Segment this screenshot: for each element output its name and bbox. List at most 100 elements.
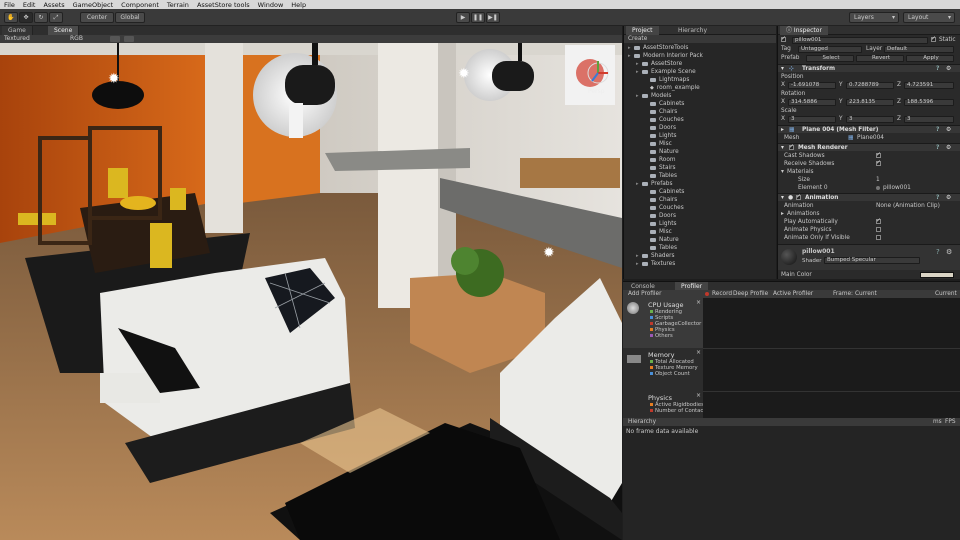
legend-item[interactable]: Number of Contacts — [650, 408, 708, 414]
materials-row[interactable]: ▾ Materials — [778, 168, 960, 176]
layers-dropdown[interactable]: Layers ▾ — [849, 12, 899, 23]
tree-item[interactable]: Nature — [624, 236, 776, 244]
active-profiler-dropdown[interactable]: Active Profiler — [773, 290, 813, 298]
tree-item[interactable]: Cabinets — [624, 100, 776, 108]
menu-item-gameobject[interactable]: GameObject — [69, 1, 118, 9]
tab-project[interactable]: Project — [626, 26, 659, 35]
animate-physics-checkbox[interactable] — [876, 227, 881, 232]
legend-item[interactable]: Object Count — [650, 371, 698, 377]
cast-shadows-checkbox[interactable] — [876, 151, 881, 159]
prefab-select-button[interactable]: Select — [806, 54, 854, 62]
animations-row[interactable]: ▸ Animations — [778, 210, 960, 218]
tree-item[interactable]: ▸ Models — [624, 92, 776, 100]
tree-item[interactable]: ◆ room_example — [624, 84, 776, 92]
physics-area[interactable]: Physics Active Rigidbodies Number of Cont… — [623, 392, 708, 418]
rotation-z-field[interactable]: 188.5396 — [904, 98, 954, 106]
mesh-renderer-enabled-checkbox[interactable] — [789, 143, 794, 151]
size-value[interactable]: 1 — [876, 176, 880, 184]
frame-value[interactable]: Current — [855, 290, 877, 298]
gear-icon[interactable]: ⚙ — [946, 65, 951, 73]
receive-shadows-checkbox[interactable] — [876, 159, 881, 167]
animation-clip-value[interactable]: None (Animation Clip) — [876, 202, 940, 210]
tree-item[interactable]: Misc — [624, 140, 776, 148]
main-color-swatch[interactable] — [920, 272, 954, 278]
gear-icon[interactable]: ⚙ — [946, 126, 951, 134]
tree-item[interactable]: Nature — [624, 148, 776, 156]
tree-item[interactable]: ▸ Shaders — [624, 252, 776, 260]
create-dropdown[interactable]: Create — [628, 36, 647, 42]
tree-item[interactable]: Chairs — [624, 196, 776, 204]
layer-dropdown[interactable]: Default — [884, 45, 954, 53]
tree-item[interactable]: ▸ Textures — [624, 260, 776, 268]
add-profiler-dropdown[interactable]: Add Profiler — [628, 290, 661, 298]
tree-item[interactable]: Misc — [624, 228, 776, 236]
close-icon[interactable]: × — [696, 299, 701, 306]
scale-y-field[interactable]: 3 — [846, 115, 894, 123]
menu-item-assetstore-tools[interactable]: AssetStore tools — [193, 1, 254, 9]
tree-item[interactable]: Couches — [624, 204, 776, 212]
gear-icon[interactable]: ⚙ — [946, 194, 951, 202]
pivot-toggle[interactable]: Center — [80, 12, 114, 23]
record-button[interactable]: Record — [712, 290, 732, 298]
step-button[interactable]: ▶❚ — [486, 12, 500, 23]
rotation-y-field[interactable]: 223.8135 — [846, 98, 894, 106]
static-checkbox[interactable] — [931, 35, 936, 43]
tree-item[interactable]: Lights — [624, 132, 776, 140]
scale-x-field[interactable]: 3 — [788, 115, 836, 123]
position-z-field[interactable]: 4.723591 — [904, 81, 954, 89]
close-icon[interactable]: × — [696, 349, 701, 356]
cpu-usage-area[interactable]: CPU Usage Rendering Scripts GarbageCollect… — [623, 298, 703, 348]
position-y-field[interactable]: 0.7288789 — [846, 81, 894, 89]
tree-item[interactable]: Chairs — [624, 108, 776, 116]
tree-item[interactable]: Lightmaps — [624, 76, 776, 84]
transform-header[interactable]: ▾ ⊹ Transform ? ⚙ — [778, 64, 960, 72]
gear-icon[interactable]: ⚙ — [946, 144, 951, 152]
tab-hierarchy[interactable]: Hierarchy — [672, 26, 713, 35]
play-auto-checkbox[interactable] — [876, 217, 881, 225]
tree-item[interactable]: Couches — [624, 116, 776, 124]
pause-button[interactable]: ❚❚ — [471, 12, 485, 23]
element0-value[interactable]: pillow001 — [883, 184, 911, 192]
position-x-field[interactable]: -1.691078 — [788, 81, 836, 89]
tab-inspector[interactable]: ⓘ Inspector — [780, 26, 828, 35]
draw-mode-dropdown[interactable]: Textured — [4, 35, 30, 43]
menu-item-terrain[interactable]: Terrain — [163, 1, 193, 9]
hierarchy-dropdown[interactable]: Hierarchy — [628, 418, 656, 426]
tree-item[interactable]: ▸ Prefabs — [624, 180, 776, 188]
tree-item[interactable]: Room — [624, 156, 776, 164]
scale-z-field[interactable]: 3 — [904, 115, 954, 123]
menu-item-edit[interactable]: Edit — [19, 1, 40, 9]
help-icon[interactable]: ? — [936, 65, 939, 73]
hand-tool-button[interactable]: ✋ — [4, 12, 18, 23]
tree-item[interactable]: ▸ AssetStore — [624, 60, 776, 68]
help-icon[interactable]: ? — [936, 144, 939, 152]
prefab-revert-button[interactable]: Revert — [856, 54, 904, 62]
tree-item[interactable]: Doors — [624, 212, 776, 220]
memory-area[interactable]: Memory Total Allocated Texture Memory Obje… — [623, 349, 703, 391]
scene-viewport[interactable]: ✹ ✹ ✹ Persp — [0, 43, 622, 540]
tree-item[interactable]: Tables — [624, 244, 776, 252]
object-name-field[interactable]: pillow001 — [792, 36, 928, 44]
tree-item[interactable]: ▸ Example Scene — [624, 68, 776, 76]
menu-item-help[interactable]: Help — [287, 1, 310, 9]
mesh-value[interactable]: Plane004 — [857, 134, 884, 142]
tree-item[interactable]: ▸ Modern Interior Pack — [624, 52, 776, 60]
legend-item[interactable]: Others — [650, 333, 701, 339]
mesh-renderer-header[interactable]: ▾ Mesh Renderer ? ⚙ — [778, 143, 960, 151]
layout-dropdown[interactable]: Layout ▾ — [903, 12, 955, 23]
help-icon[interactable]: ? — [936, 126, 939, 134]
scene-fx-toggle[interactable] — [124, 36, 134, 42]
animation-enabled-checkbox[interactable] — [796, 193, 801, 201]
tag-dropdown[interactable]: Untagged — [798, 45, 862, 53]
animate-visible-checkbox[interactable] — [876, 235, 881, 240]
help-icon[interactable]: ? — [936, 248, 940, 256]
move-tool-button[interactable]: ✥ — [19, 12, 33, 23]
rotate-tool-button[interactable]: ↻ — [34, 12, 48, 23]
tab-game[interactable]: Game — [2, 26, 33, 35]
active-checkbox[interactable] — [781, 35, 786, 43]
play-button[interactable]: ▶ — [456, 12, 470, 23]
space-toggle[interactable]: Global — [115, 12, 145, 23]
menu-item-file[interactable]: File — [0, 1, 19, 9]
gear-icon[interactable]: ⚙ — [946, 248, 952, 256]
profiler-graph[interactable] — [703, 298, 960, 418]
